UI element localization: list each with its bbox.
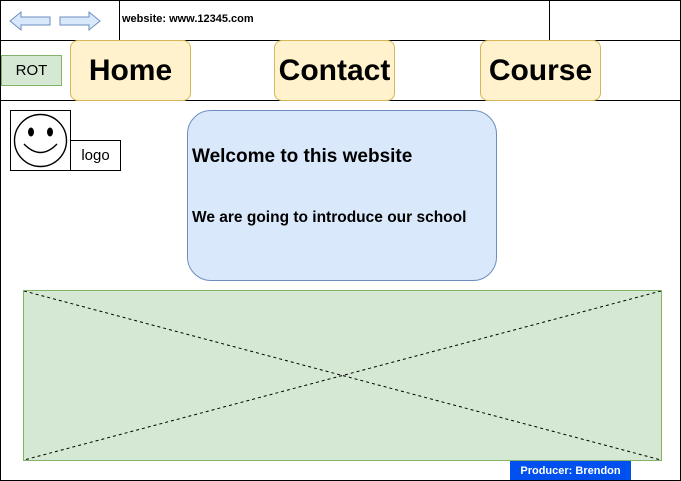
address-divider-left [119,0,120,41]
logo-image [10,110,71,171]
image-placeholder-cross [24,291,661,460]
producer-badge: Producer: Brendon [510,461,631,480]
rot-label: ROT [1,55,62,86]
left-arrow-icon[interactable] [9,10,51,32]
welcome-title: Welcome to this website [192,146,413,167]
welcome-panel: Welcome to this website We are going to … [187,110,497,281]
nav-course-button[interactable]: Course [480,40,601,101]
smiley-icon [13,113,68,168]
image-placeholder [23,290,662,461]
nav-contact-button[interactable]: Contact [274,40,395,101]
address-divider-right [549,0,550,41]
welcome-subtitle: We are going to introduce our school [192,209,467,226]
nav-home-button[interactable]: Home [70,40,191,101]
browser-nav-arrows [8,9,108,33]
url-display[interactable]: website: www.12345.com [122,13,254,25]
right-arrow-icon[interactable] [59,10,101,32]
logo-label: logo [70,140,121,171]
